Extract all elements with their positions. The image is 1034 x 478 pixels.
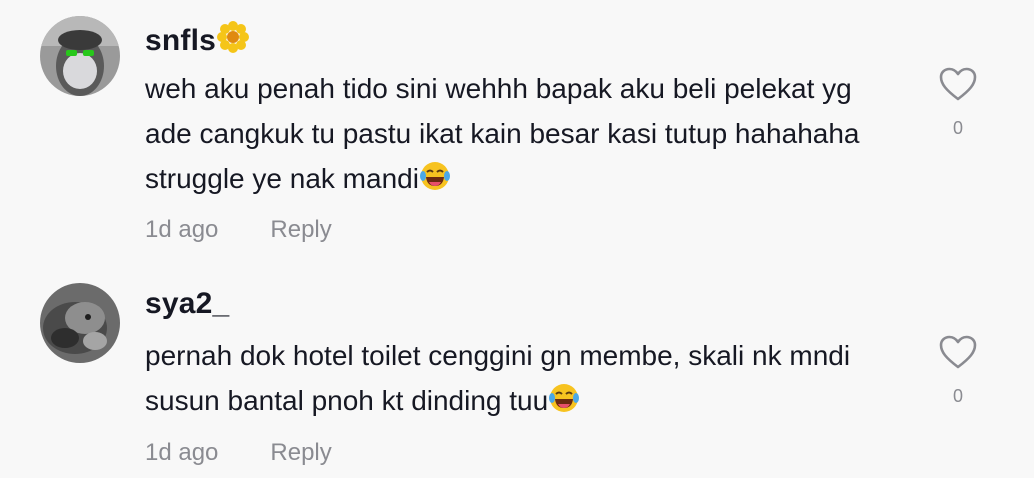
heart-icon xyxy=(939,335,977,369)
comment-text: weh aku penah tido sini wehhh bapak aku … xyxy=(145,66,905,205)
username[interactable]: snfls xyxy=(145,20,250,62)
avatar[interactable] xyxy=(40,16,120,96)
avatar[interactable] xyxy=(40,283,120,363)
comment-meta: 1d ago Reply xyxy=(145,216,332,244)
laughing-tears-icon xyxy=(548,382,580,427)
like-button[interactable]: 0 xyxy=(936,66,980,139)
reply-button[interactable]: Reply xyxy=(270,439,331,466)
username[interactable]: sya2_ xyxy=(145,287,229,321)
heart-icon xyxy=(939,67,977,101)
avatar-image xyxy=(40,283,120,363)
like-button[interactable]: 0 xyxy=(936,334,980,407)
comment-meta: 1d ago Reply xyxy=(145,439,332,467)
comment-text: pernah dok hotel toilet cenggini gn memb… xyxy=(145,333,905,427)
reply-button[interactable]: Reply xyxy=(270,216,331,243)
like-count: 0 xyxy=(952,118,963,138)
timestamp: 1d ago xyxy=(145,439,219,466)
like-count: 0 xyxy=(952,386,963,406)
avatar-image xyxy=(40,16,120,96)
laughing-tears-icon xyxy=(419,160,451,205)
timestamp: 1d ago xyxy=(145,216,219,243)
flower-icon xyxy=(216,20,250,62)
